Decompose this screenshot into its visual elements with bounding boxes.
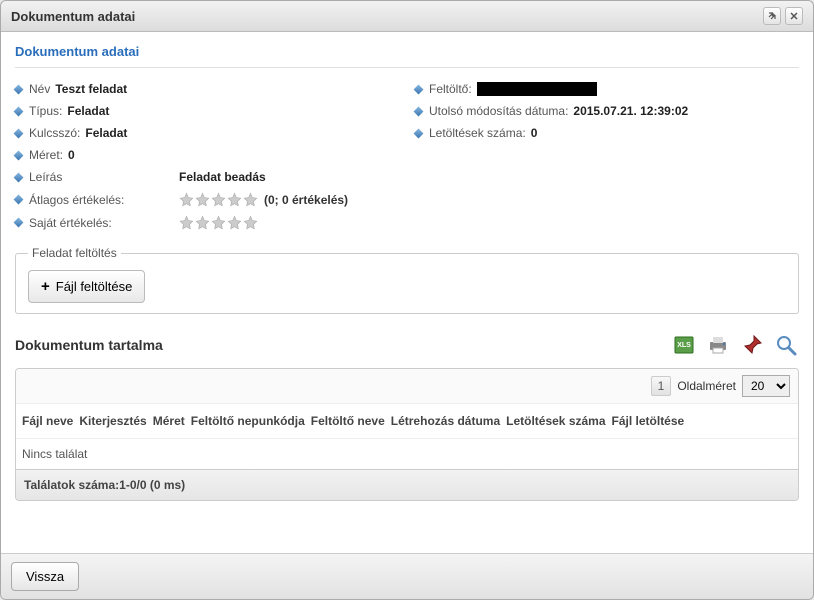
contents-table: 1 Oldalméret 20 Fájl neve Kiterjesztés M… xyxy=(15,368,799,501)
dialog-footer: Vissza xyxy=(1,553,813,599)
own-rating-stars[interactable] xyxy=(179,215,258,230)
th-download-file[interactable]: Fájl letöltése xyxy=(612,414,685,428)
lastmod-value: 2015.07.21. 12:39:02 xyxy=(573,104,688,118)
desc-value: Feladat beadás xyxy=(179,170,266,184)
type-label: Típus: xyxy=(29,104,62,118)
downloads-label: Letöltések száma: xyxy=(429,126,526,140)
th-uploader-name[interactable]: Feltöltő neve xyxy=(311,414,385,428)
back-button[interactable]: Vissza xyxy=(11,562,79,591)
dialog: Dokumentum adatai Dokumentum adatai Név … xyxy=(0,0,814,600)
pagesize-select[interactable]: 20 xyxy=(742,375,790,397)
table-empty: Nincs találat xyxy=(16,438,798,469)
th-downloads[interactable]: Letöltések száma xyxy=(506,414,605,428)
keyword-value: Feladat xyxy=(85,126,127,140)
th-filename[interactable]: Fájl neve xyxy=(22,414,73,428)
uploader-value-redacted xyxy=(477,82,597,96)
desc-label: Leírás xyxy=(29,170,62,184)
lastmod-label: Utolsó módosítás dátuma: xyxy=(429,104,568,118)
type-value: Feladat xyxy=(67,104,109,118)
upload-button-label: Fájl feltöltése xyxy=(56,279,133,294)
section-heading: Dokumentum adatai xyxy=(15,44,799,59)
upload-fieldset: Feladat feltöltés + Fájl feltöltése xyxy=(15,246,799,314)
contents-title: Dokumentum tartalma xyxy=(15,337,671,353)
own-rating-label: Saját értékelés: xyxy=(29,216,112,230)
th-ext[interactable]: Kiterjesztés xyxy=(79,414,146,428)
name-label: Név xyxy=(29,82,50,96)
th-uploader-code[interactable]: Feltöltő nepunkódja xyxy=(191,414,305,428)
table-headers: Fájl neve Kiterjesztés Méret Feltöltő ne… xyxy=(16,403,798,438)
th-size[interactable]: Méret xyxy=(153,414,185,428)
upload-legend: Feladat feltöltés xyxy=(28,246,121,260)
maximize-button[interactable] xyxy=(763,7,781,25)
dialog-title: Dokumentum adatai xyxy=(11,9,759,24)
divider xyxy=(15,67,799,68)
print-icon[interactable] xyxy=(705,332,731,358)
upload-file-button[interactable]: + Fájl feltöltése xyxy=(28,270,145,303)
table-footer: Találatok száma:1-0/0 (0 ms) xyxy=(16,469,798,500)
close-button[interactable] xyxy=(785,7,803,25)
avg-rating-stars xyxy=(179,192,258,207)
keyword-label: Kulcsszó: xyxy=(29,126,80,140)
size-value: 0 xyxy=(68,148,75,162)
avg-rating-label: Átlagos értékelés: xyxy=(29,193,124,207)
pagesize-label: Oldalméret xyxy=(677,379,736,393)
svg-text:XLS: XLS xyxy=(677,342,691,349)
pin-icon[interactable] xyxy=(739,332,765,358)
page-number[interactable]: 1 xyxy=(651,376,672,396)
th-created[interactable]: Létrehozás dátuma xyxy=(391,414,500,428)
name-value: Teszt feladat xyxy=(55,82,127,96)
titlebar: Dokumentum adatai xyxy=(1,1,813,32)
uploader-label: Feltöltő: xyxy=(429,82,472,96)
avg-rating-text: (0; 0 értékelés) xyxy=(264,193,348,207)
size-label: Méret: xyxy=(29,148,63,162)
search-icon[interactable] xyxy=(773,332,799,358)
plus-icon: + xyxy=(41,278,50,295)
export-xls-icon[interactable]: XLS xyxy=(671,332,697,358)
downloads-value: 0 xyxy=(531,126,538,140)
